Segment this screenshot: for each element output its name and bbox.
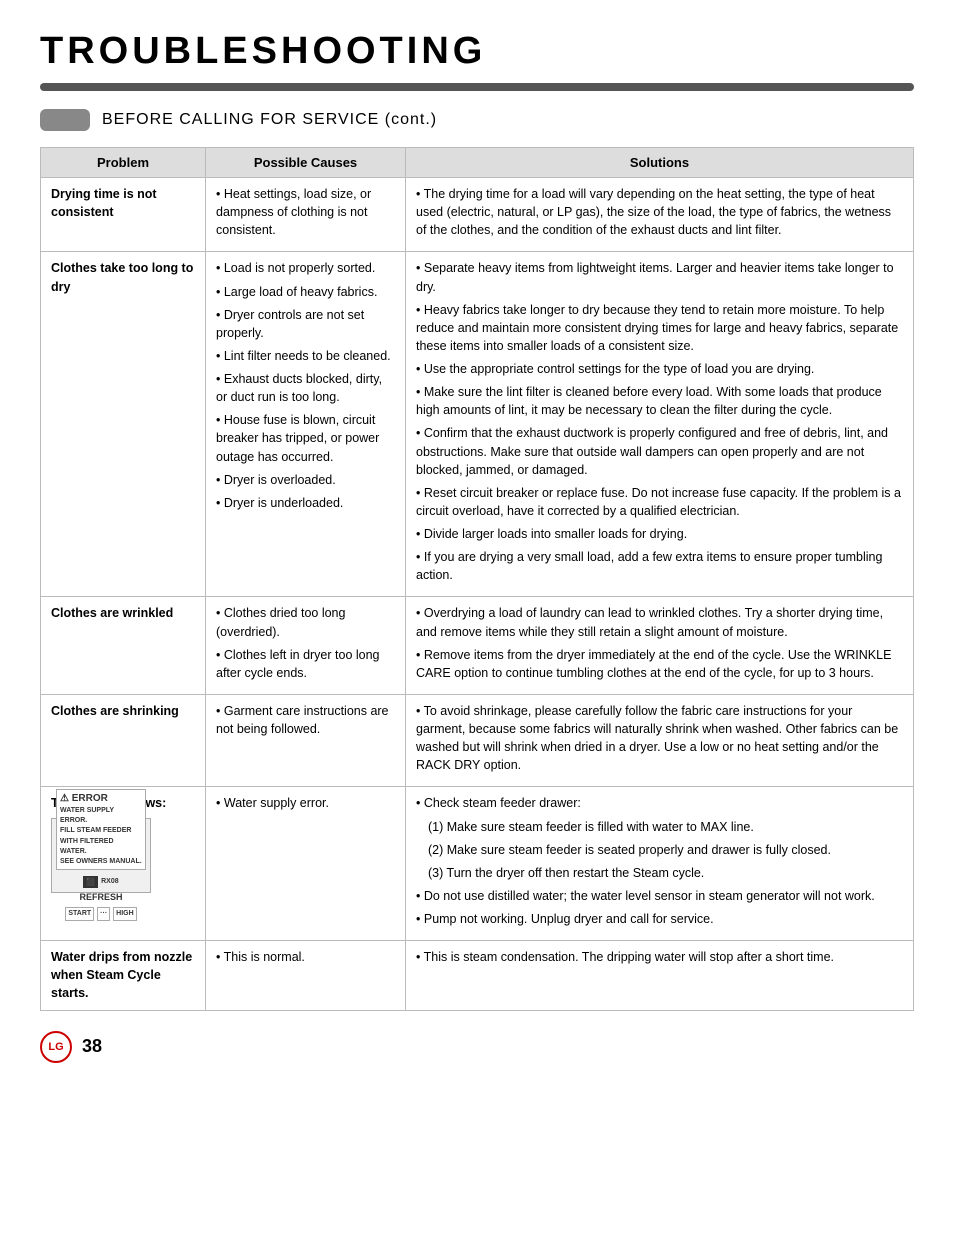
list-item: Dryer is underloaded. [216,494,395,512]
table-row: Clothes are shrinking Garment care instr… [41,694,914,787]
list-item: Garment care instructions are not being … [216,702,395,738]
error-header: ⚠ ERROR WATER SUPPLY ERROR.FILL STEAM FE… [56,789,146,870]
display-box: ⬛ [83,876,98,888]
lg-logo: LG [40,1031,72,1063]
list-item: Separate heavy items from lightweight it… [416,259,903,295]
list-item: House fuse is blown, circuit breaker has… [216,411,395,465]
problem-cell: Clothes are wrinkled [41,597,206,695]
btn-end: ··· [97,907,110,921]
list-item: Make sure the lint filter is cleaned bef… [416,383,903,419]
refresh-label: REFRESH [79,891,122,904]
list-item: (2) Make sure steam feeder is seated pro… [416,841,903,859]
solutions-cell: The drying time for a load will vary dep… [406,178,914,252]
list-item: To avoid shrinkage, please carefully fol… [416,702,903,775]
table-row: Drying time is not consistent Heat setti… [41,178,914,252]
list-item: Reset circuit breaker or replace fuse. D… [416,484,903,520]
causes-cell: Load is not properly sorted. Large load … [206,252,406,597]
list-item: Divide larger loads into smaller loads f… [416,525,903,543]
list-item: Do not use distilled water; the water le… [416,887,903,905]
solutions-cell: Check steam feeder drawer: (1) Make sure… [406,787,914,941]
list-item: Water supply error. [216,794,395,812]
solutions-cell: This is steam condensation. The dripping… [406,941,914,1010]
header-causes: Possible Causes [206,148,406,178]
display-buttons: START ··· HIGH [65,907,136,921]
causes-cell: Heat settings, load size, or dampness of… [206,178,406,252]
list-item: Exhaust ducts blocked, dirty, or duct ru… [216,370,395,406]
list-item: Overdrying a load of laundry can lead to… [416,604,903,640]
title-bar [40,83,914,91]
list-item: Lint filter needs to be cleaned. [216,347,395,365]
page-number: 38 [82,1036,102,1057]
list-item: Use the appropriate control settings for… [416,360,903,378]
solutions-cell: Separate heavy items from lightweight it… [406,252,914,597]
list-item: (3) Turn the dryer off then restart the … [416,864,903,882]
display-controls: ⬛ RX08 [83,876,118,888]
table-row: Clothes are wrinkled Clothes dried too l… [41,597,914,695]
list-item: (1) Make sure steam feeder is filled wit… [416,818,903,836]
causes-cell: Water supply error. [206,787,406,941]
problem-cell: Clothes are shrinking [41,694,206,787]
causes-cell: Clothes dried too long (overdried). Clot… [206,597,406,695]
display-time: RX08 [101,876,119,888]
list-item: This is steam condensation. The dripping… [416,948,903,966]
list-item: Clothes dried too long (overdried). [216,604,395,640]
list-item: Dryer is overloaded. [216,471,395,489]
header-solutions: Solutions [406,148,914,178]
table-row: Clothes take too long to dry Load is not… [41,252,914,597]
problem-cell: Clothes take too long to dry [41,252,206,597]
problem-cell: The display shows: ⚠ ERROR WATER SUPPLY … [41,787,206,941]
header-problem: Problem [41,148,206,178]
solutions-cell: To avoid shrinkage, please carefully fol… [406,694,914,787]
list-item: Check steam feeder drawer: [416,794,903,812]
list-item: Dryer controls are not set properly. [216,306,395,342]
troubleshooting-table: Problem Possible Causes Solutions Drying… [40,147,914,1011]
btn-start: START [65,907,94,921]
section-header: BEFORE CALLING FOR SERVICE (cont.) [40,109,914,131]
list-item: Heat settings, load size, or dampness of… [216,185,395,239]
section-title-main: BEFORE CALLING FOR SERVICE [102,111,379,128]
display-image: ⚠ ERROR WATER SUPPLY ERROR.FILL STEAM FE… [51,818,151,893]
list-item: If you are drying a very small load, add… [416,548,903,584]
list-item: Large load of heavy fabrics. [216,283,395,301]
causes-cell: Garment care instructions are not being … [206,694,406,787]
section-tag [40,109,90,131]
problem-cell: Water drips from nozzle when Steam Cycle… [41,941,206,1010]
list-item: Pump not working. Unplug dryer and call … [416,910,903,928]
section-title-sub: (cont.) [385,111,437,128]
solutions-cell: Overdrying a load of laundry can lead to… [406,597,914,695]
table-row: Water drips from nozzle when Steam Cycle… [41,941,914,1010]
error-icon: ⚠ ERROR [60,792,142,807]
list-item: Clothes left in dryer too long after cyc… [216,646,395,682]
problem-cell: Drying time is not consistent [41,178,206,252]
list-item: This is normal. [216,948,395,966]
section-title: BEFORE CALLING FOR SERVICE (cont.) [102,111,437,129]
list-item: Load is not properly sorted. [216,259,395,277]
list-item: Remove items from the dryer immediately … [416,646,903,682]
error-text: WATER SUPPLY ERROR.FILL STEAM FEEDERWITH… [60,806,142,867]
causes-cell: This is normal. [206,941,406,1010]
table-row: The display shows: ⚠ ERROR WATER SUPPLY … [41,787,914,941]
page-title: TROUBLESHOOTING [40,30,914,73]
list-item: Confirm that the exhaust ductwork is pro… [416,424,903,478]
list-item: Heavy fabrics take longer to dry because… [416,301,903,355]
btn-high: HIGH [113,907,137,921]
list-item: The drying time for a load will vary dep… [416,185,903,239]
footer: LG 38 [40,1031,914,1063]
